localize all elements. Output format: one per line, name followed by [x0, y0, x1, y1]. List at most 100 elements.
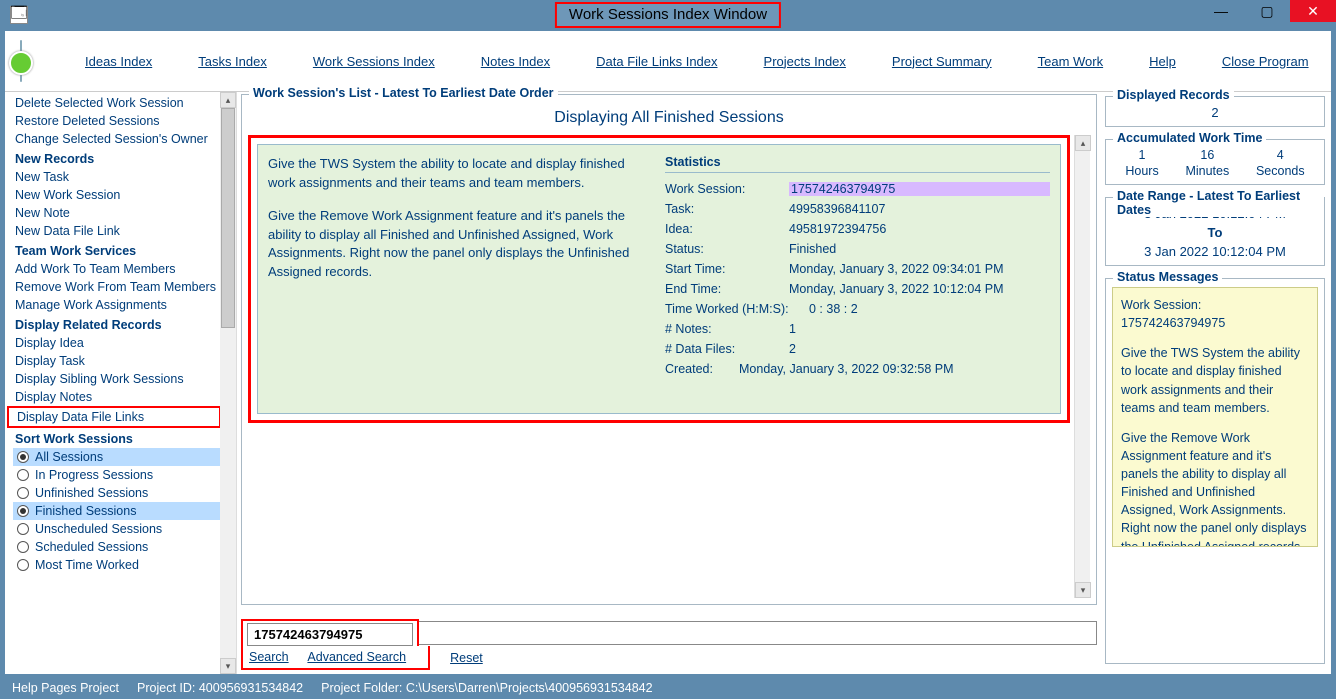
sort-unscheduled[interactable]: Unscheduled Sessions — [13, 520, 221, 538]
sidebar-new-work-session[interactable]: New Work Session — [13, 186, 221, 204]
displayed-records-group: Displayed Records 2 — [1105, 96, 1325, 127]
sidebar: Delete Selected Work Session Restore Del… — [5, 92, 237, 674]
window-title: Work Sessions Index Window — [569, 6, 767, 23]
group-label: Date Range - Latest To Earliest Dates — [1113, 189, 1324, 217]
stat-key: # Data Files: — [665, 342, 785, 356]
session-desc-p2: Give the Remove Work Assignment feature … — [268, 207, 653, 282]
sidebar-display-data-file-links[interactable]: Display Data File Links — [7, 406, 221, 428]
stat-key: Start Time: — [665, 262, 785, 276]
sort-finished[interactable]: Finished Sessions — [13, 502, 221, 520]
sidebar-display-notes[interactable]: Display Notes — [13, 388, 221, 406]
stat-notes: 1 — [789, 322, 1050, 336]
sidebar-head-sort: Sort Work Sessions — [13, 428, 221, 448]
stat-status: Finished — [789, 242, 1050, 256]
menu-projects-index[interactable]: Projects Index — [756, 50, 854, 73]
seconds-value: 4 — [1256, 148, 1305, 164]
session-card-highlight: Give the TWS System the ability to locat… — [248, 135, 1070, 423]
stat-key: End Time: — [665, 282, 785, 296]
menu-help[interactable]: Help — [1141, 50, 1184, 73]
sessions-group-label: Work Session's List - Latest To Earliest… — [249, 86, 558, 100]
menu-team-work[interactable]: Team Work — [1030, 50, 1112, 73]
group-label: Status Messages — [1113, 270, 1222, 284]
sidebar-head-team: Team Work Services — [13, 240, 221, 260]
status-project-id: Project ID: 400956931534842 — [137, 681, 303, 695]
menu-tasks-index[interactable]: Tasks Index — [190, 50, 275, 73]
menu-ideas-index[interactable]: Ideas Index — [77, 50, 160, 73]
seconds-label: Seconds — [1256, 164, 1305, 178]
sidebar-display-sibling[interactable]: Display Sibling Work Sessions — [13, 370, 221, 388]
sidebar-display-task[interactable]: Display Task — [13, 352, 221, 370]
hours-value: 1 — [1125, 148, 1158, 164]
maximize-button[interactable]: ▢ — [1244, 0, 1290, 22]
main-panel: Ideas Index Tasks Index Work Sessions In… — [4, 30, 1332, 675]
sidebar-new-data-file-link[interactable]: New Data File Link — [13, 222, 221, 240]
sidebar-new-task[interactable]: New Task — [13, 168, 221, 186]
sort-all-sessions[interactable]: All Sessions — [13, 448, 221, 466]
app-logo-icon — [20, 40, 22, 82]
stat-task-id: 49958396841107 — [789, 202, 1050, 216]
sort-label: In Progress Sessions — [35, 468, 153, 482]
menu-notes-index[interactable]: Notes Index — [473, 50, 558, 73]
sidebar-delete-session[interactable]: Delete Selected Work Session — [13, 94, 221, 112]
session-desc-p1: Give the TWS System the ability to locat… — [268, 155, 653, 193]
search-button[interactable]: Search — [249, 650, 289, 664]
sidebar-display-idea[interactable]: Display Idea — [13, 334, 221, 352]
sort-most-time-worked[interactable]: Most Time Worked — [13, 556, 221, 574]
scroll-thumb[interactable] — [221, 108, 235, 328]
sort-in-progress[interactable]: In Progress Sessions — [13, 466, 221, 484]
accumulated-time-group: Accumulated Work Time 1Hours 16Minutes 4… — [1105, 139, 1325, 185]
sort-label: Scheduled Sessions — [35, 540, 148, 554]
menu-work-sessions-index[interactable]: Work Sessions Index — [305, 50, 443, 73]
sidebar-restore-sessions[interactable]: Restore Deleted Sessions — [13, 112, 221, 130]
status-project-name: Help Pages Project — [12, 681, 119, 695]
date-range-to: 3 Jan 2022 10:12:04 PM — [1112, 244, 1318, 259]
status-messages-box: Work Session: 175742463794975 Give the T… — [1112, 287, 1318, 547]
session-card[interactable]: Give the TWS System the ability to locat… — [257, 144, 1061, 414]
stat-key: Time Worked (H:M:S): — [665, 302, 805, 316]
displayed-records-value: 2 — [1112, 105, 1318, 120]
stat-key: Created: — [665, 362, 735, 376]
middle-panel: Work Session's List - Latest To Earliest… — [237, 92, 1101, 674]
hours-label: Hours — [1125, 164, 1158, 178]
session-list-scrollbar[interactable]: ▴ ▾ — [1074, 135, 1090, 598]
sort-label: Unscheduled Sessions — [35, 522, 162, 536]
advanced-search-button[interactable]: Advanced Search — [307, 650, 406, 664]
stat-created: Monday, January 3, 2022 09:32:58 PM — [739, 362, 1050, 376]
group-label: Accumulated Work Time — [1113, 131, 1266, 145]
search-input[interactable] — [247, 623, 413, 646]
sidebar-remove-work-team[interactable]: Remove Work From Team Members — [13, 278, 221, 296]
minutes-label: Minutes — [1185, 164, 1229, 178]
stat-key: Idea: — [665, 222, 785, 236]
sort-unfinished[interactable]: Unfinished Sessions — [13, 484, 221, 502]
stat-key: Task: — [665, 202, 785, 216]
menu-project-summary[interactable]: Project Summary — [884, 50, 1000, 73]
menu-close-program[interactable]: Close Program — [1214, 50, 1317, 73]
sort-label: Most Time Worked — [35, 558, 139, 572]
scroll-down-icon[interactable]: ▾ — [220, 658, 236, 674]
sidebar-change-owner[interactable]: Change Selected Session's Owner — [13, 130, 221, 148]
session-description: Give the TWS System the ability to locat… — [268, 155, 653, 403]
content-row: Delete Selected Work Session Restore Del… — [5, 91, 1331, 674]
minimize-button[interactable]: — — [1198, 0, 1244, 22]
sidebar-scrollbar[interactable]: ▴ ▾ — [220, 92, 236, 674]
menu-data-file-links-index[interactable]: Data File Links Index — [588, 50, 725, 73]
stat-key: # Notes: — [665, 322, 785, 336]
scroll-down-icon[interactable]: ▾ — [1075, 582, 1091, 598]
close-button[interactable]: ✕ — [1290, 0, 1336, 22]
sidebar-manage-assignments[interactable]: Manage Work Assignments — [13, 296, 221, 314]
scroll-up-icon[interactable]: ▴ — [1075, 135, 1091, 151]
sort-label: All Sessions — [35, 450, 103, 464]
scroll-up-icon[interactable]: ▴ — [220, 92, 236, 108]
status-line-0: Work Session: 175742463794975 — [1121, 296, 1309, 332]
sidebar-add-work-team[interactable]: Add Work To Team Members — [13, 260, 221, 278]
menubar: Ideas Index Tasks Index Work Sessions In… — [5, 31, 1331, 91]
sort-scheduled[interactable]: Scheduled Sessions — [13, 538, 221, 556]
stat-time-worked: 0 : 38 : 2 — [809, 302, 1050, 316]
stats-heading: Statistics — [665, 155, 1050, 173]
sidebar-new-note[interactable]: New Note — [13, 204, 221, 222]
status-project-folder: Project Folder: C:\Users\Darren\Projects… — [321, 681, 652, 695]
session-statistics: Statistics Work Session:175742463794975 … — [665, 155, 1050, 403]
sidebar-head-new: New Records — [13, 148, 221, 168]
reset-button[interactable]: Reset — [450, 651, 483, 665]
title-highlight: Work Sessions Index Window — [555, 2, 781, 28]
